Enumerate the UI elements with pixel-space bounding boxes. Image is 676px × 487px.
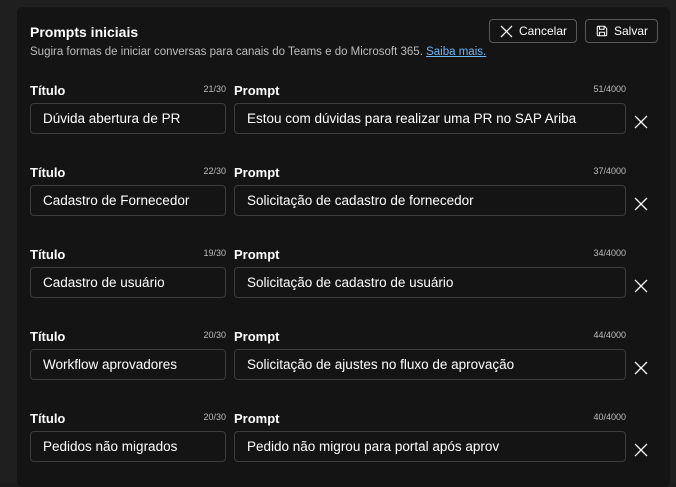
close-icon[interactable] [634,115,648,129]
close-icon[interactable] [634,361,648,375]
page-title: Prompts iniciais [30,24,139,40]
close-icon[interactable] [634,197,648,211]
prompt-row: Título 20/30 Prompt 40/4000 Pedidos não … [30,411,660,475]
starter-prompts-panel: Prompts iniciais Sugira formas de inicia… [17,7,670,487]
prompt-input[interactable]: Solicitação de ajustes no fluxo de aprov… [234,349,626,380]
title-label: Título [30,411,66,426]
title-label: Título [30,247,66,262]
prompt-label: Prompt [234,165,280,180]
prompt-label: Prompt [234,83,280,98]
close-icon [500,25,513,37]
prompt-input[interactable]: Solicitação de cadastro de usuário [234,267,626,298]
prompt-label: Prompt [234,329,280,344]
prompt-input[interactable]: Pedido não migrou para portal após aprov [234,431,626,462]
prompt-char-count: 37/4000 [593,166,626,176]
title-input[interactable]: Cadastro de Fornecedor [30,185,226,216]
title-char-count: 20/30 [203,330,226,340]
close-icon[interactable] [634,279,648,293]
prompt-char-count: 44/4000 [593,330,626,340]
save-button-label: Salvar [613,24,648,38]
title-label: Título [30,83,66,98]
prompt-row: Título 21/30 Prompt 51/4000 Dúvida abert… [30,83,660,147]
prompt-char-count: 34/4000 [593,248,626,258]
close-icon[interactable] [634,443,648,457]
title-input[interactable]: Cadastro de usuário [30,267,226,298]
prompt-label: Prompt [234,411,280,426]
cancel-button[interactable]: Cancelar [489,19,577,43]
save-button[interactable]: Salvar [585,19,658,43]
prompt-input[interactable]: Solicitação de cadastro de fornecedor [234,185,626,216]
title-char-count: 19/30 [203,248,226,258]
cancel-button-label: Cancelar [518,24,567,38]
title-label: Título [30,165,66,180]
prompt-input[interactable]: Estou com dúvidas para realizar uma PR n… [234,103,626,134]
page-description: Sugira formas de iniciar conversas para … [30,46,486,58]
title-char-count: 22/30 [203,166,226,176]
description-text: Sugira formas de iniciar conversas para … [30,46,423,58]
title-char-count: 20/30 [203,412,226,422]
prompt-row: Título 22/30 Prompt 37/4000 Cadastro de … [30,165,660,229]
prompt-char-count: 51/4000 [593,84,626,94]
prompt-label: Prompt [234,247,280,262]
title-label: Título [30,329,66,344]
prompt-row: Título 20/30 Prompt 44/4000 Workflow apr… [30,329,660,393]
prompt-row: Título 19/30 Prompt 34/4000 Cadastro de … [30,247,660,311]
title-input[interactable]: Pedidos não migrados [30,431,226,462]
learn-more-link[interactable]: Saiba mais. [426,46,486,58]
prompt-char-count: 40/4000 [593,412,626,422]
title-input[interactable]: Dúvida abertura de PR [30,103,226,134]
title-input[interactable]: Workflow aprovadores [30,349,226,380]
title-char-count: 21/30 [203,84,226,94]
save-icon [596,25,608,37]
